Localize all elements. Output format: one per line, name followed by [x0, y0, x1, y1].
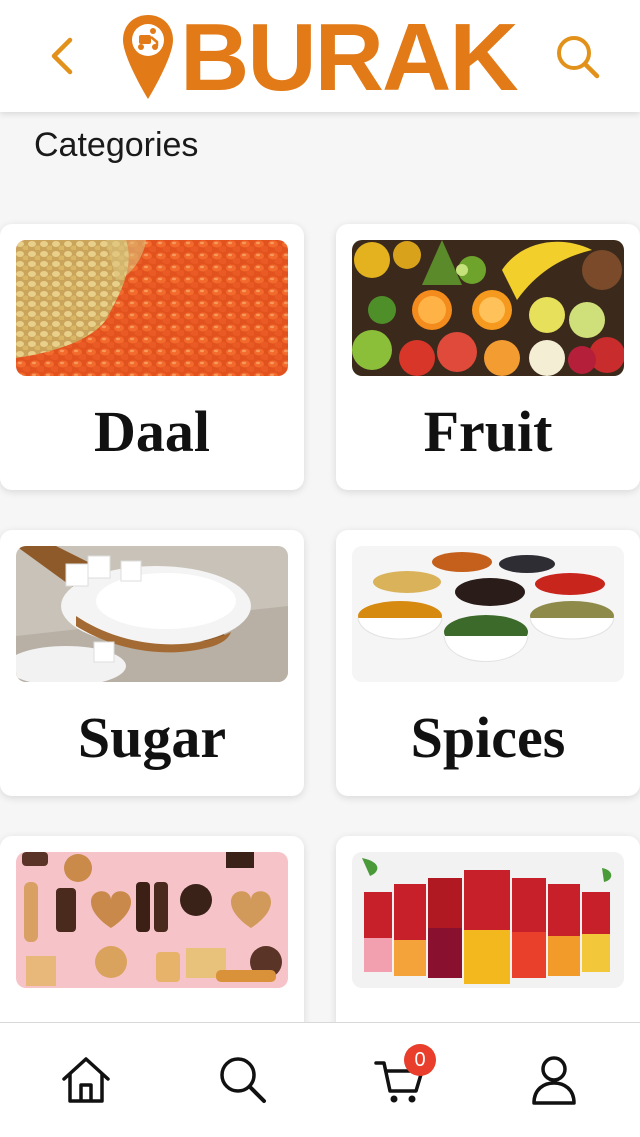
category-card-sugar[interactable]: Sugar — [0, 530, 304, 796]
home-icon — [62, 1057, 110, 1103]
back-button[interactable] — [44, 34, 84, 78]
nav-search[interactable] — [214, 1051, 270, 1107]
category-card-fruit[interactable]: Fruit — [336, 224, 640, 490]
nav-home[interactable] — [58, 1051, 114, 1107]
category-label: Daal — [94, 399, 210, 464]
daal-image — [16, 240, 288, 376]
search-icon — [557, 36, 600, 79]
category-card-daal[interactable]: Daal — [0, 224, 304, 490]
juices-image — [352, 852, 624, 988]
category-label: Sugar — [77, 705, 227, 770]
sugar-image — [16, 546, 288, 682]
brand-logo: BURAK — [120, 10, 524, 106]
cart-count-badge: 0 — [404, 1044, 436, 1076]
page-title: Categories — [34, 126, 199, 164]
category-card-spices[interactable]: Spices — [336, 530, 640, 796]
spices-image — [352, 546, 624, 682]
category-label: Spices — [410, 705, 566, 770]
category-label: Fruit — [423, 399, 553, 464]
chevron-left-icon — [51, 37, 73, 75]
search-icon — [220, 1057, 266, 1103]
fruit-image — [352, 240, 624, 376]
header-search-button[interactable] — [552, 32, 604, 82]
biscuits-image — [16, 852, 288, 988]
profile-icon — [532, 1056, 576, 1105]
logo-text: BURAK — [180, 4, 519, 111]
nav-profile[interactable] — [526, 1051, 582, 1107]
app-header: BURAK — [0, 0, 640, 112]
location-pin-icon — [123, 15, 173, 99]
bottom-navigation — [0, 1022, 640, 1137]
